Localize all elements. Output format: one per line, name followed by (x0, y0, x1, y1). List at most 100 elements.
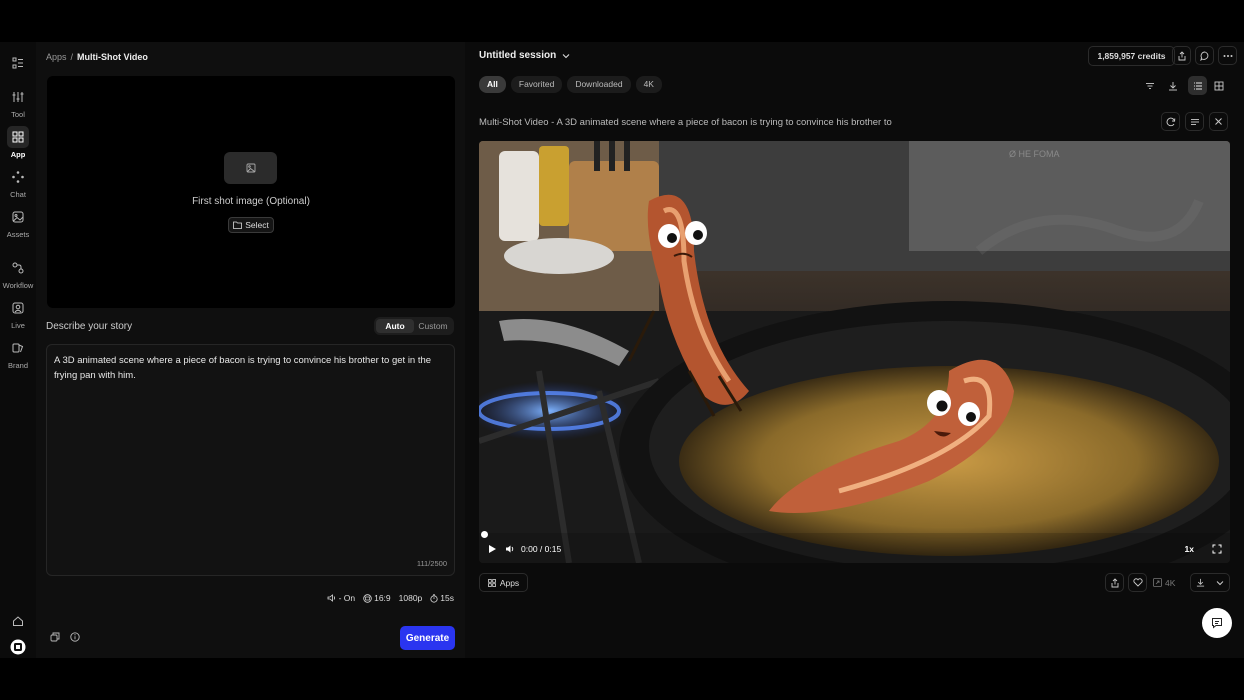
copy-button[interactable] (48, 630, 62, 644)
rail-item-chat[interactable]: Chat (0, 166, 36, 199)
story-heading: Describe your story (46, 321, 133, 332)
info-button[interactable] (68, 630, 82, 644)
rail-item-label: Live (11, 321, 25, 330)
comment-icon (1199, 51, 1208, 61)
more-options-button[interactable] (1218, 46, 1237, 65)
video-controls: 0:00 / 0:15 1x (479, 535, 1230, 563)
home-button[interactable] (0, 610, 36, 632)
filter-all[interactable]: All (479, 76, 506, 93)
rail-item-live[interactable]: Live (0, 297, 36, 330)
comment-button[interactable] (1195, 46, 1214, 65)
download-all-button[interactable] (1168, 78, 1180, 91)
credits-badge[interactable]: 1,859,957 credits (1088, 46, 1175, 66)
upscale-icon (1153, 578, 1162, 587)
audio-label: - On (338, 593, 356, 603)
chat-nodes-icon (7, 166, 29, 188)
rail-item-label: Workflow (2, 281, 34, 290)
session-selector[interactable]: Untitled session (479, 50, 570, 61)
rail-item-label: Assets (6, 230, 30, 239)
favorite-button[interactable] (1128, 573, 1147, 592)
live-icon (7, 297, 29, 319)
regenerate-button[interactable] (1161, 112, 1180, 131)
aspect-ratio-select[interactable]: 16:9 (363, 593, 391, 603)
rail-item-tool[interactable]: Tool (0, 86, 36, 119)
chat-support-button[interactable] (1202, 608, 1232, 638)
heart-icon (1132, 578, 1143, 587)
rail-item-workflow[interactable]: Workflow (0, 257, 36, 290)
share-icon (1111, 577, 1118, 587)
grid-icon (1214, 81, 1223, 90)
filter-button[interactable] (1145, 78, 1157, 90)
sliders-icon (7, 86, 29, 108)
chevron-down-icon[interactable] (1216, 580, 1224, 586)
profile-button[interactable] (0, 636, 36, 658)
upload-image-icon (224, 152, 277, 184)
video-player[interactable]: Ø HE FOMA 0:00 / 0:15 1x (479, 141, 1230, 563)
play-icon[interactable] (487, 544, 497, 554)
app-form-panel: Apps / Multi-Shot Video First shot image… (36, 42, 465, 658)
story-text: A 3D animated scene where a piece of bac… (54, 355, 432, 381)
rail-item-label: Brand (7, 361, 28, 370)
filter-4k[interactable]: 4K (635, 76, 662, 93)
fullscreen-icon[interactable] (1212, 544, 1222, 554)
video-watermark-text: Ø HE FOMA (1009, 149, 1060, 159)
first-shot-dropzone[interactable]: First shot image (Optional) Select (47, 76, 455, 308)
results-panel: Untitled session 1,859,957 credits All F… (465, 42, 1244, 658)
grid-view-button[interactable] (1209, 76, 1228, 95)
breadcrumb-separator: / (70, 52, 74, 62)
refresh-icon (1166, 117, 1175, 126)
details-icon (1190, 118, 1199, 125)
list-icon (1193, 82, 1202, 89)
mode-auto-button[interactable]: Auto (376, 319, 414, 333)
filter-downloaded[interactable]: Downloaded (567, 76, 631, 93)
workflow-icon (7, 257, 29, 279)
share-icon (1178, 50, 1185, 60)
video-title: Multi-Shot Video - A 3D animated scene w… (479, 117, 892, 128)
filter-favorited[interactable]: Favorited (510, 76, 563, 93)
resolution-select[interactable]: 1080p (399, 593, 423, 603)
app-window: Tool App Chat Assets Workflow Live Brand… (0, 42, 1244, 658)
select-image-button[interactable]: Select (228, 217, 274, 233)
session-title: Untitled session (479, 50, 557, 61)
grid-icon (487, 578, 496, 587)
filter-icon (1146, 83, 1154, 89)
duration-select[interactable]: 15s (430, 593, 454, 603)
details-button[interactable] (1185, 112, 1204, 131)
select-label: Select (245, 220, 269, 230)
apps-label: Apps (499, 577, 520, 588)
close-icon (1215, 118, 1222, 125)
playback-speed[interactable]: 1x (1185, 544, 1194, 554)
mode-custom-button[interactable]: Custom (414, 319, 452, 333)
upscale-4k-button[interactable]: 4K (1153, 573, 1187, 592)
share-session-button[interactable] (1172, 46, 1191, 65)
character-count: 111/2500 (416, 559, 447, 568)
list-view-button[interactable] (1188, 76, 1207, 95)
filter-tabs: All Favorited Downloaded 4K (479, 76, 662, 93)
breadcrumb-apps-link[interactable]: Apps (46, 52, 67, 62)
volume-icon[interactable] (505, 544, 515, 554)
image-icon (7, 206, 29, 228)
upscale-label: 4K (1165, 577, 1176, 588)
rail-item-app[interactable]: App (0, 126, 36, 159)
apps-button[interactable]: Apps (479, 573, 528, 592)
first-shot-label: First shot image (Optional) (192, 196, 310, 207)
close-viewer-button[interactable] (1209, 112, 1228, 131)
video-frame: Ø HE FOMA (479, 141, 1230, 563)
rail-item-label: Chat (10, 190, 26, 199)
download-menu[interactable] (1190, 573, 1230, 592)
audio-toggle[interactable]: - On (327, 593, 356, 603)
share-video-button[interactable] (1105, 573, 1124, 592)
menu-button[interactable] (0, 52, 36, 74)
story-textarea[interactable]: A 3D animated scene where a piece of bac… (46, 344, 455, 576)
generation-options: - On 16:9 1080p 15s (327, 593, 454, 603)
ratio-label: 16:9 (374, 593, 391, 603)
ratio-icon (363, 593, 372, 603)
timer-icon (430, 593, 438, 603)
avatar (7, 636, 29, 658)
rail-item-assets[interactable]: Assets (0, 206, 36, 239)
rail-item-brand[interactable]: Brand (0, 337, 36, 370)
generate-button[interactable]: Generate (400, 626, 455, 650)
chevron-down-icon (562, 53, 570, 58)
folder-icon (233, 221, 243, 229)
download-icon[interactable] (1196, 578, 1205, 587)
